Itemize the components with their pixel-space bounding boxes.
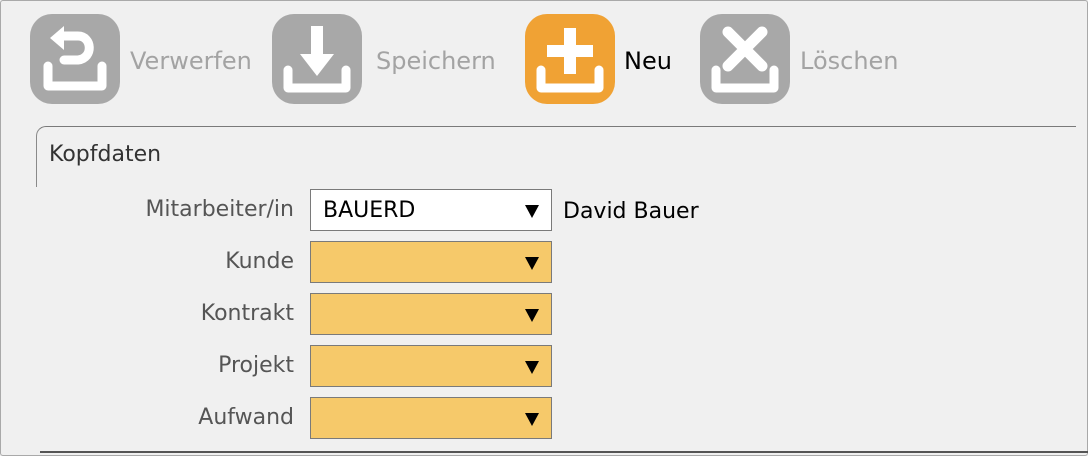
employee-display-name: David Bauer: [563, 199, 699, 224]
customer-row: Kunde: [0, 241, 310, 285]
customer-combobox[interactable]: [310, 241, 552, 283]
contract-combobox[interactable]: [310, 293, 552, 335]
group-title: Kopfdaten: [49, 142, 162, 167]
employee-value: BAUERD: [323, 198, 416, 223]
dropdown-arrow-icon[interactable]: [525, 309, 539, 322]
delete-x-icon: [700, 14, 790, 104]
plus-icon: [525, 14, 615, 104]
project-label: Projekt: [218, 353, 294, 378]
toolbar: Verwerfen Speichern Neu Löschen: [0, 0, 1088, 120]
effort-combobox[interactable]: [310, 397, 552, 439]
section-divider: [40, 451, 1088, 453]
employee-combobox[interactable]: BAUERD: [310, 189, 552, 231]
delete-button[interactable]: Löschen: [700, 14, 910, 110]
group-border: [36, 126, 49, 187]
undo-icon: [30, 14, 120, 104]
project-combobox[interactable]: [310, 345, 552, 387]
contract-row: Kontrakt: [0, 293, 310, 337]
contract-label: Kontrakt: [200, 301, 294, 326]
customer-label: Kunde: [225, 249, 294, 274]
new-label: Neu: [624, 47, 672, 75]
dropdown-arrow-icon[interactable]: [525, 257, 539, 270]
dropdown-arrow-icon[interactable]: [525, 205, 539, 218]
project-row: Projekt: [0, 345, 310, 389]
dropdown-arrow-icon[interactable]: [525, 413, 539, 426]
save-label: Speichern: [376, 47, 496, 75]
dropdown-arrow-icon[interactable]: [525, 361, 539, 374]
save-button[interactable]: Speichern: [272, 14, 512, 110]
discard-label: Verwerfen: [130, 47, 252, 75]
discard-button[interactable]: Verwerfen: [30, 14, 260, 110]
employee-label: Mitarbeiter/in: [145, 197, 294, 222]
employee-row: Mitarbeiter/in: [0, 189, 310, 233]
new-button[interactable]: Neu: [525, 14, 685, 110]
effort-row: Aufwand: [0, 397, 310, 441]
effort-label: Aufwand: [198, 405, 294, 430]
save-download-icon: [272, 14, 362, 104]
delete-label: Löschen: [800, 47, 899, 75]
